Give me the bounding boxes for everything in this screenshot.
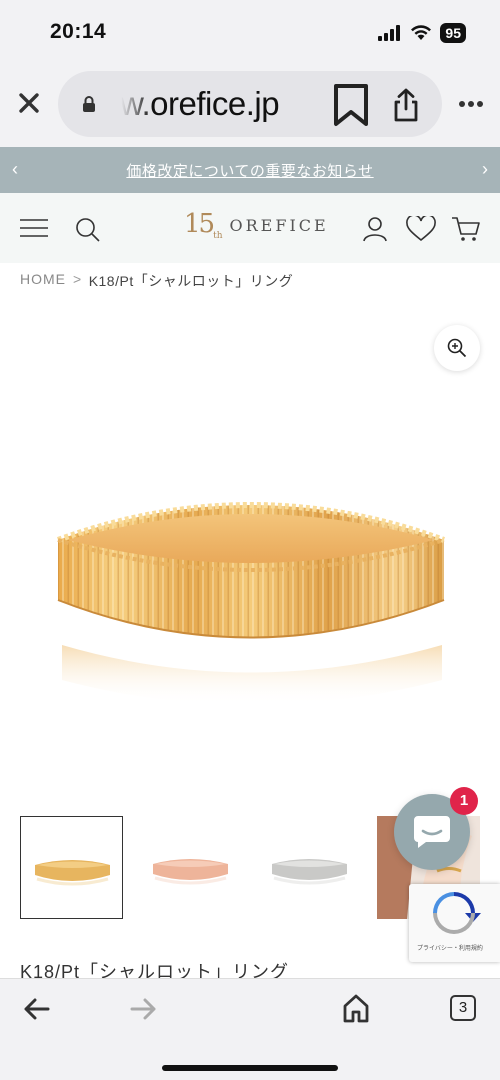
home-icon[interactable] [342, 993, 370, 1023]
browser-toolbar: 3 [0, 978, 500, 1080]
thumbnail-gold[interactable] [20, 816, 123, 919]
site-logo[interactable]: 15th OREFICE [184, 209, 329, 241]
browser-url-bar: w.orefice.jp [0, 62, 500, 147]
thumbnail-rose[interactable] [139, 816, 242, 919]
arrow-right-icon[interactable] [130, 997, 158, 1021]
hamburger-menu-icon[interactable] [19, 218, 49, 238]
status-time: 20:14 [50, 20, 107, 43]
share-icon[interactable] [390, 87, 422, 123]
thumbnail-platinum[interactable] [258, 816, 361, 919]
signal-icon [378, 25, 401, 41]
recaptcha-text[interactable]: プライバシー・利用規約 [417, 943, 483, 952]
chat-badge: 1 [450, 787, 478, 815]
status-icons: 95 [378, 23, 466, 43]
recaptcha-logo [433, 892, 481, 934]
user-icon[interactable] [362, 216, 388, 242]
battery-indicator: 95 [440, 23, 466, 43]
home-indicator [162, 1065, 338, 1071]
zoom-button[interactable] [434, 325, 480, 371]
lock-icon [83, 96, 95, 112]
logo-anniversary: 15th [184, 209, 223, 242]
search-icon[interactable] [75, 217, 101, 243]
arrow-left-icon[interactable] [22, 997, 50, 1021]
breadcrumb-separator: > [73, 271, 82, 287]
breadcrumb: HOME > K18/Pt「シャルロット」リング [20, 271, 293, 291]
address-bar[interactable]: w.orefice.jp [58, 71, 442, 137]
product-main-image[interactable] [0, 300, 500, 780]
chevron-right-icon[interactable]: › [482, 159, 488, 180]
zoom-in-icon [447, 338, 467, 358]
logo-name: OREFICE [229, 215, 329, 235]
more-icon[interactable] [458, 100, 484, 108]
bookmark-icon[interactable] [331, 83, 371, 127]
heart-icon[interactable] [406, 216, 436, 242]
url-fade [118, 81, 152, 127]
close-icon[interactable] [14, 88, 44, 118]
site-header: 15th OREFICE [0, 193, 500, 263]
breadcrumb-current: K18/Pt「シャルロット」リング [88, 273, 294, 289]
chat-icon [414, 816, 450, 848]
recaptcha-badge[interactable]: プライバシー・利用規約 [409, 884, 500, 962]
wifi-icon [411, 25, 432, 40]
tabs-button[interactable]: 3 [450, 995, 476, 1021]
announcement-bar: ‹ 価格改定についての重要なお知らせ › [0, 147, 500, 193]
cart-icon[interactable] [451, 216, 481, 242]
status-bar: 20:14 95 [0, 0, 500, 62]
announcement-link[interactable]: 価格改定についての重要なお知らせ [0, 160, 500, 181]
breadcrumb-home[interactable]: HOME [20, 271, 66, 291]
